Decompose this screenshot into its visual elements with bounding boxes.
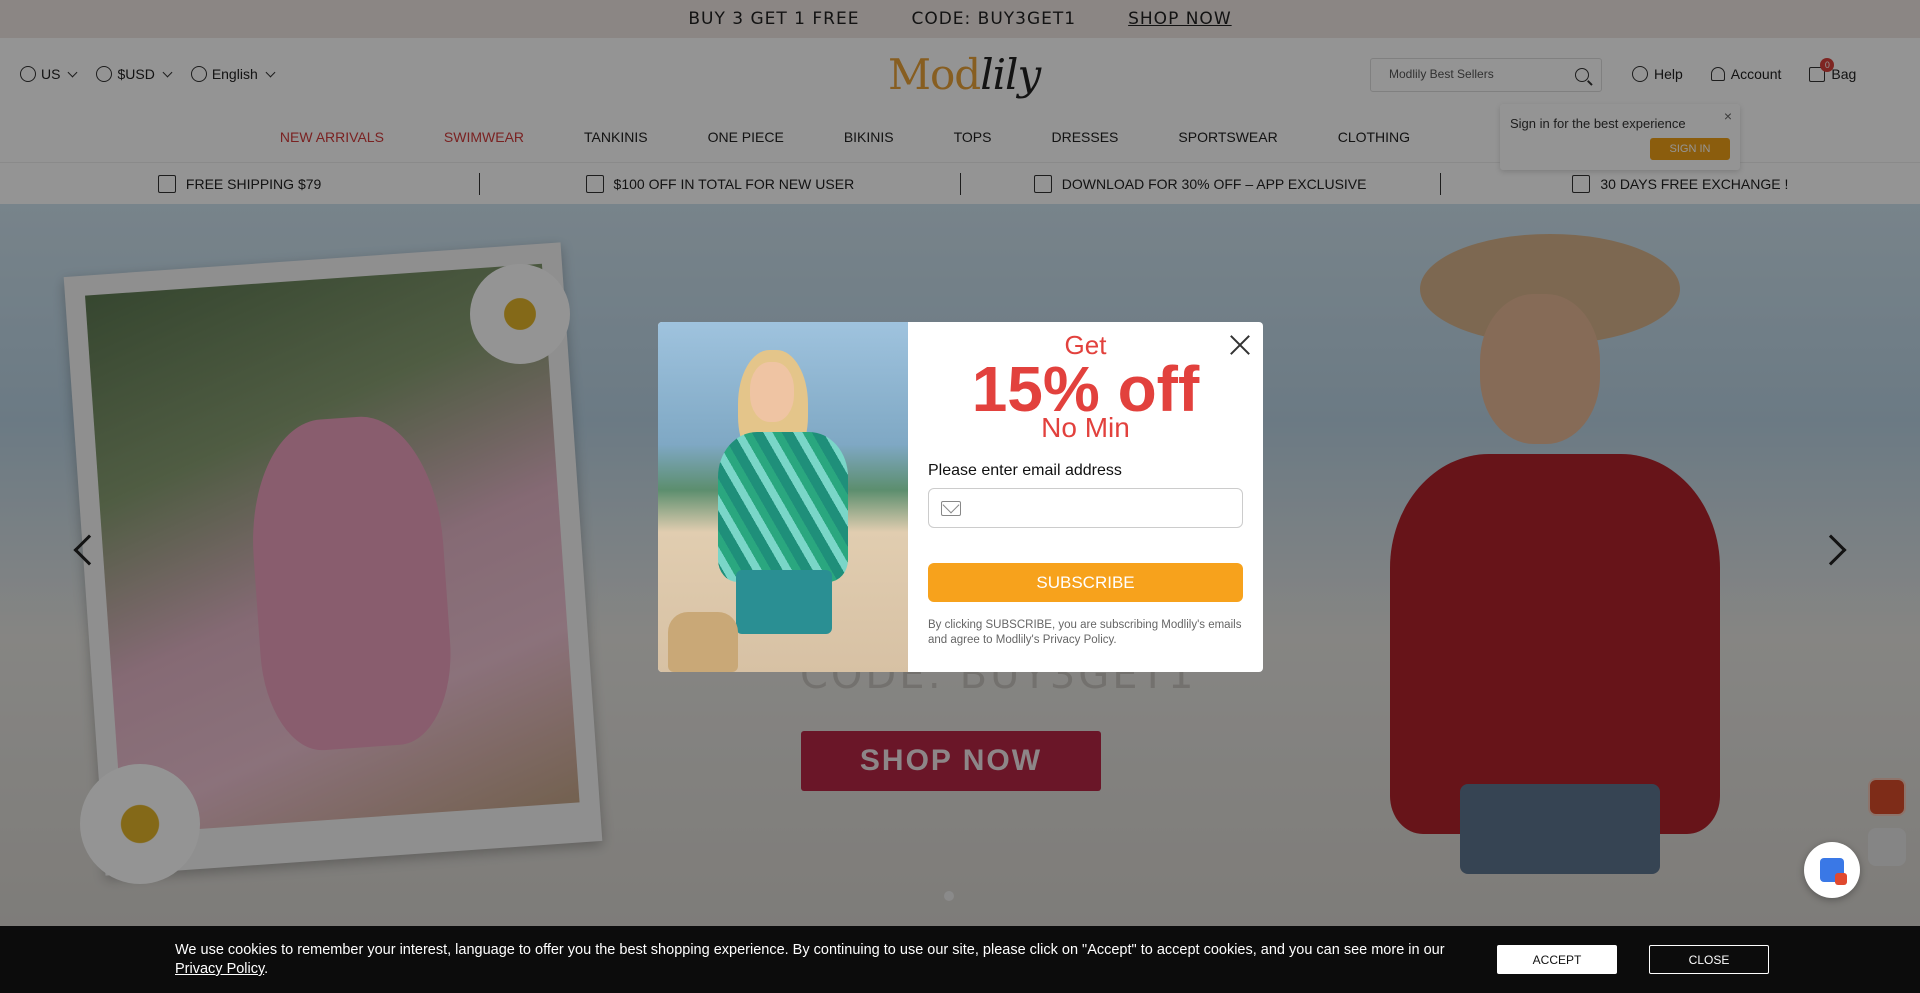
email-field[interactable] [928,488,1243,528]
model-face [750,362,794,422]
translate-widget[interactable] [1804,842,1860,898]
straw-bag [668,612,738,672]
modal-no-min-text: No Min [1041,412,1130,443]
email-input[interactable] [971,495,1231,521]
mail-icon [941,501,961,516]
cookie-period: . [264,961,269,977]
tropical-tankini-top [718,432,848,582]
modal-model-image [658,322,908,672]
cookie-message: We use cookies to remember your interest… [175,942,1445,958]
subscribe-disclaimer: By clicking SUBSCRIBE, you are subscribi… [928,619,1242,646]
subscribe-modal: Get 15% off No Min Please enter email ad… [658,322,1263,672]
email-label: Please enter email address [928,462,1122,479]
cookie-text: We use cookies to remember your interest… [175,941,1465,979]
privacy-policy-link[interactable]: Privacy Policy [175,961,264,977]
close-cookies-button[interactable]: CLOSE [1649,945,1769,974]
subscribe-button[interactable]: SUBSCRIBE [928,563,1243,602]
cookie-banner: We use cookies to remember your interest… [0,926,1920,993]
modal-body: Get 15% off No Min Please enter email ad… [908,322,1263,672]
accept-cookies-button[interactable]: ACCEPT [1497,945,1617,974]
teal-swim-shorts [736,570,832,634]
translate-icon [1820,858,1847,885]
